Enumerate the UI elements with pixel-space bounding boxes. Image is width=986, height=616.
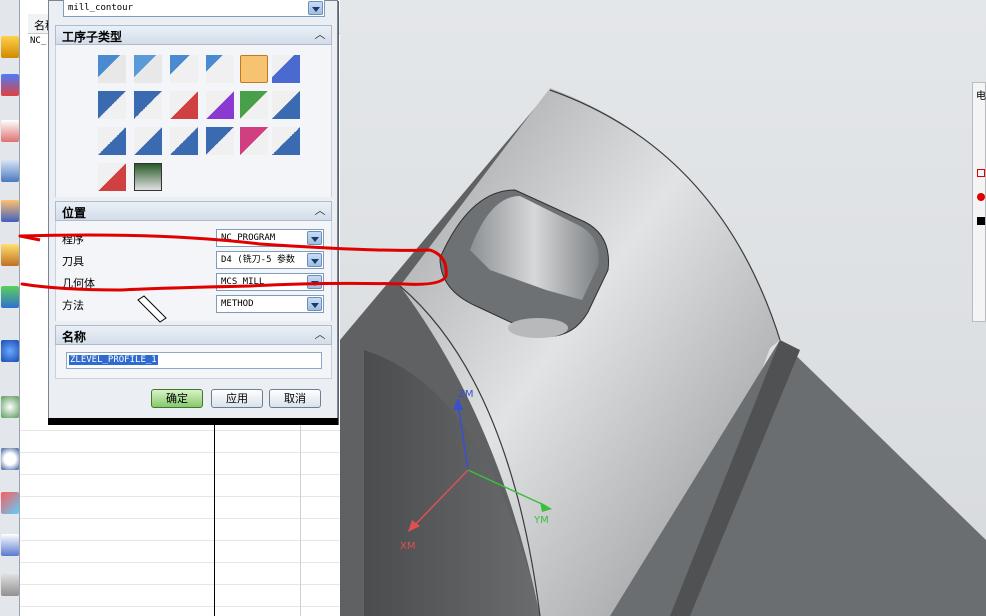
red-annotation [18,233,448,323]
pencil-cursor-icon [137,295,167,323]
